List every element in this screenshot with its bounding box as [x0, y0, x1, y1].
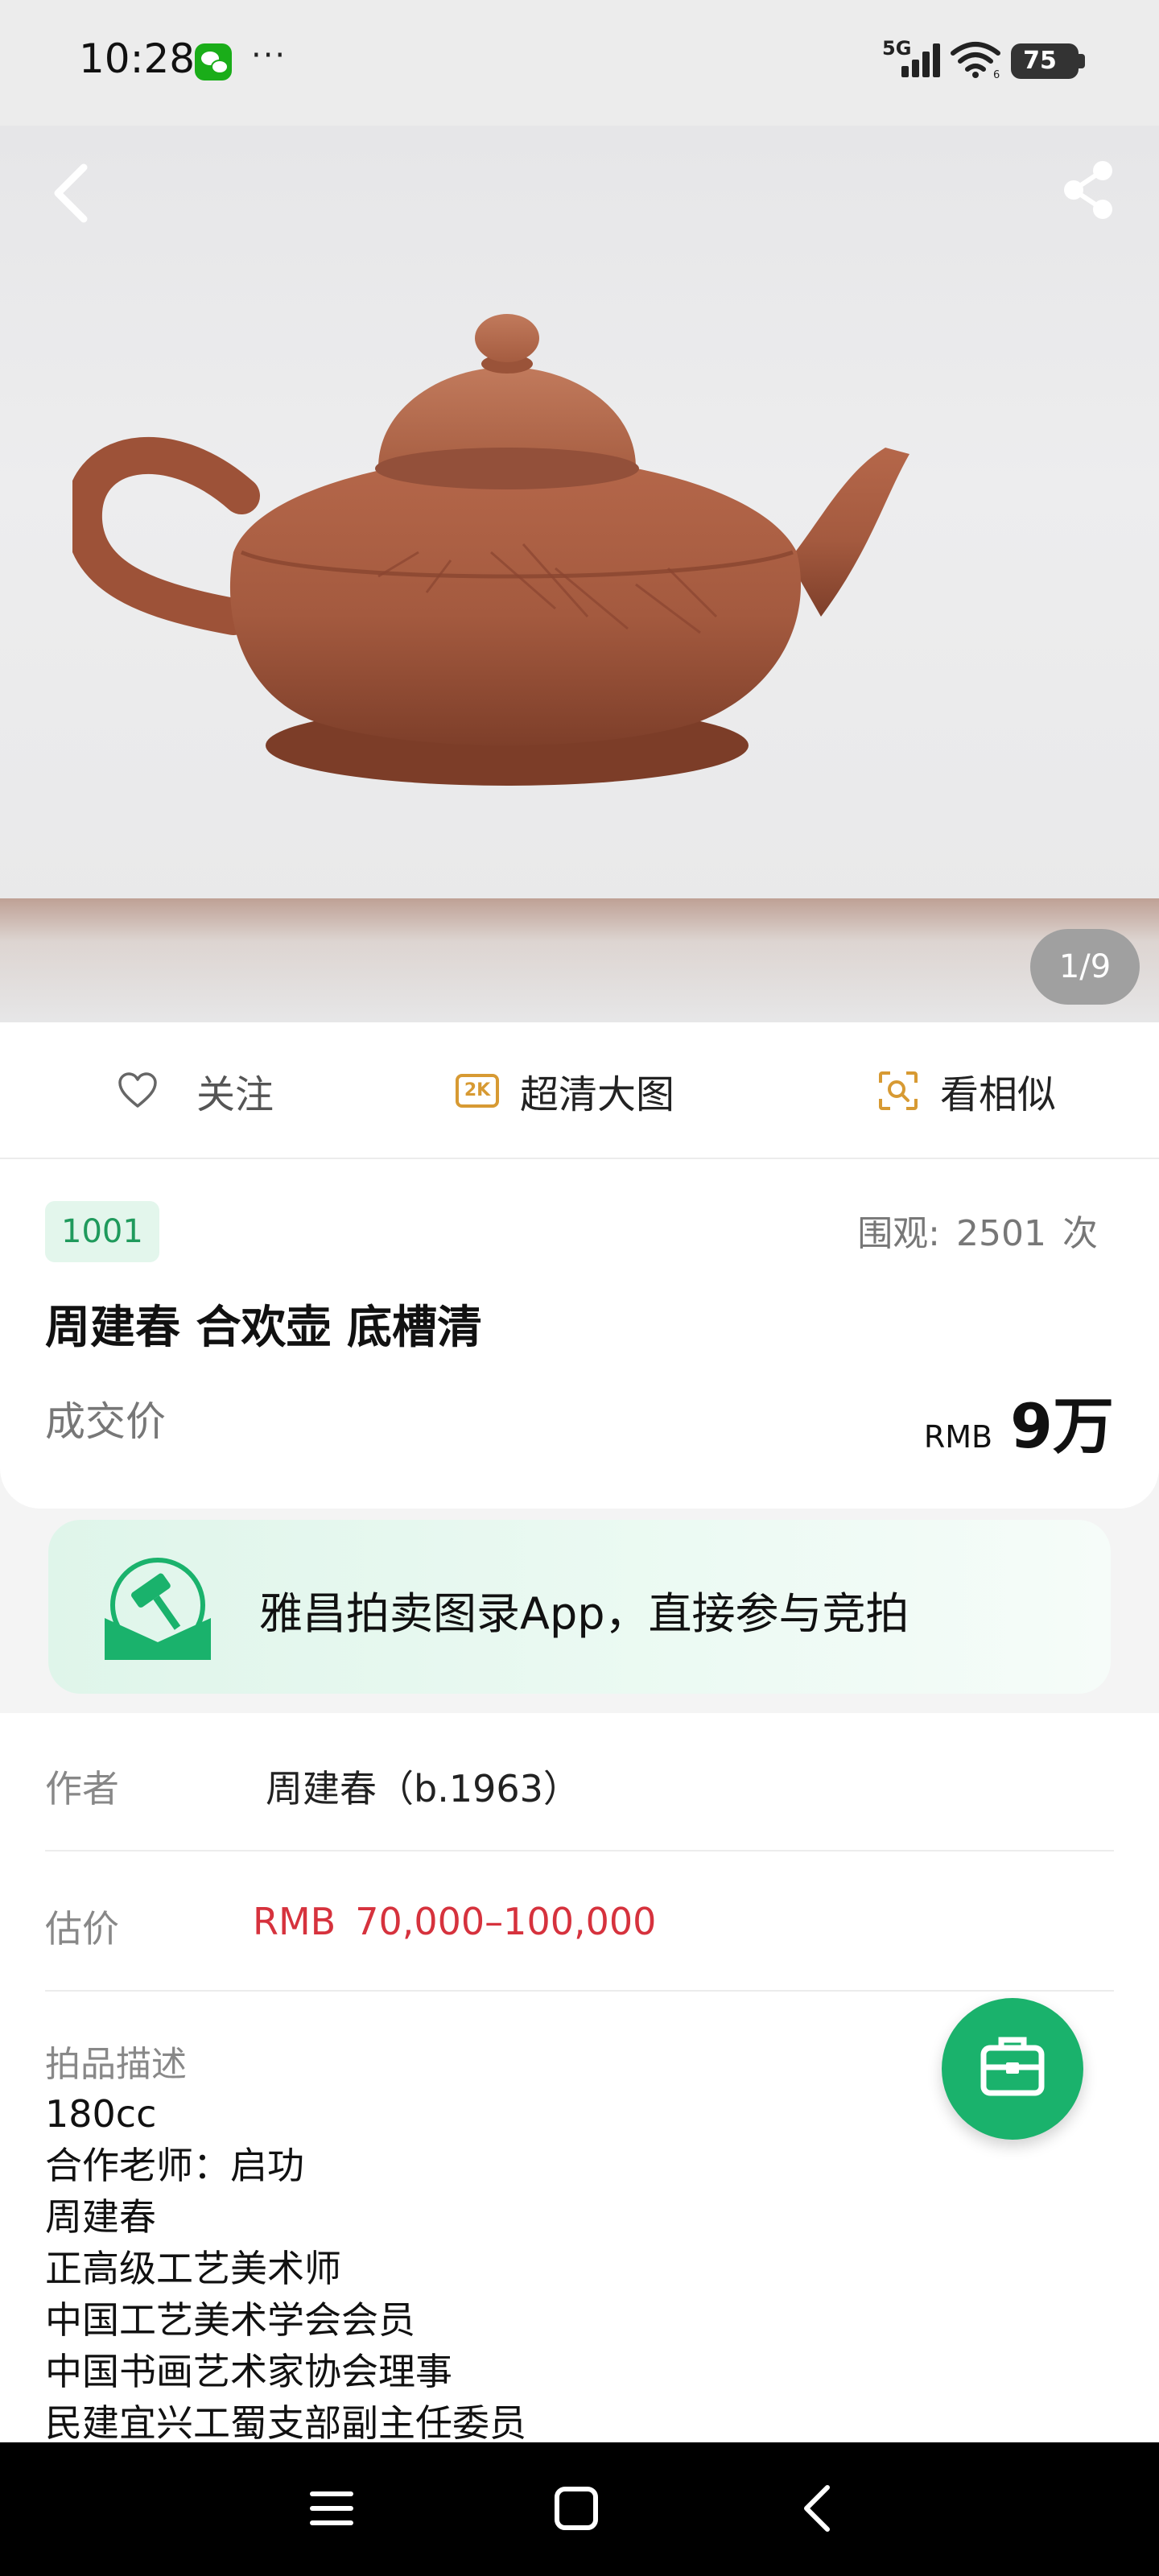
estimate-row: 估价 RMB 70,000–100,000: [45, 1853, 1114, 1992]
image-counter: 1/9: [1030, 929, 1140, 1005]
description-body: 180cc 合作老师：启功 周建春 正高级工艺美术师 中国工艺美术学会会员 中国…: [45, 2088, 930, 2449]
description-line: 周建春: [45, 2195, 156, 2239]
system-navigation-bar: [0, 2442, 1159, 2576]
view-count-unit: 次: [1062, 1213, 1098, 1254]
estimate-label: 估价: [45, 1907, 119, 1951]
lot-title: 周建春 合欢壶 底槽清: [45, 1302, 482, 1354]
product-image-gallery[interactable]: 1/9: [0, 126, 1159, 1022]
hd-image-button[interactable]: 2K 超清大图: [456, 1022, 674, 1159]
description-line: 民建宜兴工蜀支部副主任委员: [45, 2401, 526, 2445]
wifi-icon: 6: [951, 42, 1000, 79]
battery-icon: 75: [1011, 43, 1085, 79]
find-similar-button[interactable]: 看相似: [877, 1022, 1056, 1159]
view-count-value: 2501: [956, 1213, 1046, 1254]
deal-price-label: 成交价: [45, 1398, 166, 1445]
briefcase-icon: [980, 2037, 1045, 2096]
description-heading: 拍品描述: [45, 2044, 187, 2085]
deal-price-amount: 9万: [1010, 1390, 1114, 1462]
lot-number-badge: 1001: [45, 1201, 159, 1262]
status-bar: 10:28 ··· 5G 6 75: [0, 0, 1159, 126]
lot-info-card: 1001 围观: 2501 次 周建春 合欢壶 底槽清 成交价 RMB 9万: [0, 1159, 1159, 1509]
deal-price: RMB 9万: [924, 1377, 1114, 1465]
wechat-notification-icon: [195, 43, 232, 80]
image-reflection: [0, 898, 1159, 1022]
estimate-range: 70,000–100,000: [355, 1900, 657, 1943]
view-count-label: 围观:: [857, 1213, 941, 1254]
view-count: 围观: 2501 次: [852, 1204, 1098, 1256]
status-time: 10:28: [79, 35, 196, 82]
signal-strength-icon: [898, 42, 943, 77]
scan-search-icon: [879, 1071, 918, 1110]
estimate-value: RMB 70,000–100,000: [253, 1900, 656, 1943]
promo-text: 雅昌拍卖图录App，直接参与竞拍: [259, 1588, 909, 1639]
toolbox-fab[interactable]: [942, 1998, 1083, 2140]
back-icon[interactable]: [787, 2476, 852, 2541]
hd-2k-icon: 2K: [456, 1074, 499, 1108]
artron-app-logo: [105, 1558, 211, 1660]
description-line: 中国书画艺术家协会理事: [45, 2350, 452, 2393]
chevron-left-icon[interactable]: [48, 161, 93, 225]
action-bar: 关注 2K 超清大图 看相似: [0, 1022, 1159, 1159]
wifi-badge: 6: [993, 69, 1000, 79]
description-line: 合作老师：启功: [45, 2144, 304, 2187]
follow-label: 关注: [196, 1072, 274, 1117]
menu-icon[interactable]: [299, 2476, 364, 2541]
description-line: 180cc: [45, 2092, 157, 2136]
app-promo-banner[interactable]: 雅昌拍卖图录App，直接参与竞拍: [48, 1520, 1111, 1694]
find-similar-label: 看相似: [940, 1072, 1057, 1117]
description-line: 中国工艺美术学会会员: [45, 2298, 415, 2342]
description-line: 正高级工艺美术师: [45, 2247, 341, 2290]
estimate-currency: RMB: [253, 1900, 336, 1943]
follow-button[interactable]: 关注: [118, 1022, 274, 1159]
teapot-photo: [72, 314, 909, 786]
author-row: 作者 周建春（b.1963）: [45, 1713, 1114, 1852]
share-icon[interactable]: [1058, 158, 1119, 222]
more-notifications-icon: ···: [251, 37, 287, 74]
hd-image-label: 超清大图: [520, 1072, 675, 1117]
heart-icon: [118, 1072, 157, 1108]
author-value: 周建春（b.1963）: [266, 1767, 580, 1810]
deal-price-currency: RMB: [923, 1419, 993, 1455]
home-icon[interactable]: [544, 2476, 608, 2541]
author-label: 作者: [45, 1767, 119, 1810]
